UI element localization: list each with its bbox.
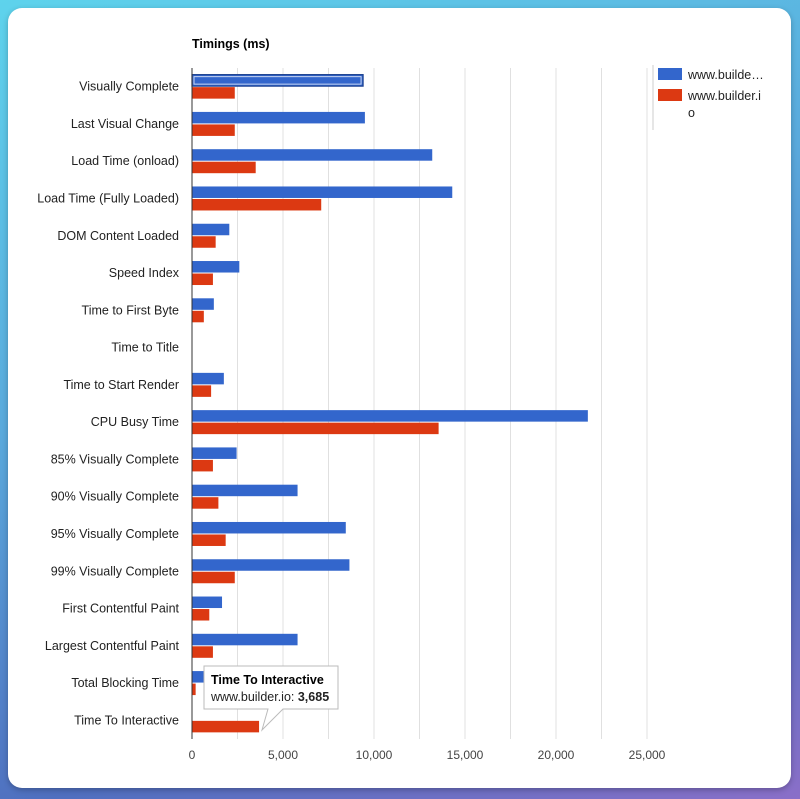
bar-series-1[interactable] [192, 410, 588, 422]
legend-label: www.builder.i [687, 89, 761, 103]
category-label: Total Blocking Time [71, 676, 179, 690]
x-tick-label: 15,000 [447, 748, 484, 762]
bar-series-1[interactable] [192, 149, 433, 161]
x-tick-label: 25,000 [629, 748, 666, 762]
bar-series-1[interactable] [192, 186, 453, 198]
category-label: First Contentful Paint [62, 602, 179, 616]
bar-series-2[interactable] [192, 646, 213, 658]
tooltip-body: www.builder.io: 3,685 [210, 690, 329, 704]
bar-series-2[interactable] [192, 497, 219, 509]
category-label: 90% Visually Complete [51, 490, 179, 504]
category-labels: Visually Complete Last Visual Change Load … [37, 80, 179, 728]
x-tick-label: 5,000 [268, 748, 298, 762]
legend-item-series-1[interactable]: www.builde… [658, 68, 764, 82]
gridlines [237, 68, 648, 739]
bar-chart: Timings (ms) Visually Complete Last Visua… [37, 37, 764, 762]
bar-series-1[interactable] [192, 559, 350, 571]
bar-series-2[interactable] [192, 571, 235, 584]
category-label: Time to First Byte [82, 303, 180, 317]
bar-series-2[interactable] [192, 236, 216, 248]
bar-series-1[interactable] [192, 596, 223, 609]
bar-series-1[interactable] [192, 298, 214, 310]
category-label: Time to Title [111, 341, 179, 355]
bar-series-1[interactable] [192, 261, 240, 273]
bar-series-2[interactable] [192, 534, 226, 546]
category-label: Largest Contentful Paint [45, 639, 180, 653]
bar-series-1[interactable] [192, 521, 346, 534]
category-label: Last Visual Change [71, 117, 179, 131]
legend-swatch-blue [658, 68, 682, 80]
bar-series-2[interactable] [192, 609, 210, 621]
bar-series-2[interactable] [192, 273, 213, 286]
tooltip: Time To Interactive www.builder.io: 3,68… [203, 665, 339, 732]
category-label: 99% Visually Complete [51, 564, 179, 578]
bar-series-2[interactable] [192, 124, 235, 136]
category-label: Time to Start Render [63, 378, 179, 392]
category-label: Load Time (Fully Loaded) [37, 191, 179, 205]
bar-series-1[interactable] [192, 223, 230, 236]
bar-series-2[interactable] [192, 683, 196, 696]
category-label: 85% Visually Complete [51, 452, 179, 466]
bar-series-1[interactable] [192, 633, 298, 646]
bar-series-2[interactable] [192, 422, 439, 435]
bar-series-2[interactable] [192, 310, 204, 323]
tooltip-title: Time To Interactive [211, 673, 324, 687]
x-tick-label: 10,000 [356, 748, 393, 762]
category-label: Visually Complete [79, 80, 179, 94]
legend-item-series-2[interactable]: www.builder.i o [658, 89, 761, 120]
x-axis-ticks: 0 5,000 10,000 15,000 20,000 25,000 [189, 748, 666, 762]
x-tick-label: 20,000 [538, 748, 575, 762]
bar-series-1[interactable] [192, 372, 224, 385]
bar-series-1[interactable] [192, 111, 365, 124]
legend: www.builde… www.builder.i o [658, 68, 764, 120]
category-label: DOM Content Loaded [57, 229, 179, 243]
bar-series-2[interactable] [192, 198, 322, 211]
category-label: Time To Interactive [74, 713, 179, 727]
category-label: 95% Visually Complete [51, 527, 179, 541]
bar-series-2[interactable] [192, 385, 212, 397]
bar-series-2[interactable] [192, 87, 235, 99]
tooltip-series-label: www.builder.io: [210, 690, 294, 704]
bar-series-1[interactable] [192, 447, 237, 459]
bar-series-1[interactable] [192, 484, 298, 497]
chart-title: Timings (ms) [192, 37, 270, 51]
bars-group [191, 74, 588, 733]
x-tick-label: 0 [189, 748, 196, 762]
legend-label: www.builde… [687, 68, 764, 82]
legend-swatch-red [658, 89, 682, 101]
category-label: CPU Busy Time [91, 415, 179, 429]
bar-series-2[interactable] [192, 720, 260, 733]
bar-series-2[interactable] [192, 161, 256, 174]
legend-label-wrap: o [688, 106, 695, 120]
tooltip-value: 3,685 [298, 690, 329, 704]
bar-series-2[interactable] [192, 459, 213, 472]
category-label: Speed Index [109, 266, 180, 280]
category-label: Load Time (onload) [71, 154, 179, 168]
bar-series-1[interactable] [192, 671, 204, 683]
